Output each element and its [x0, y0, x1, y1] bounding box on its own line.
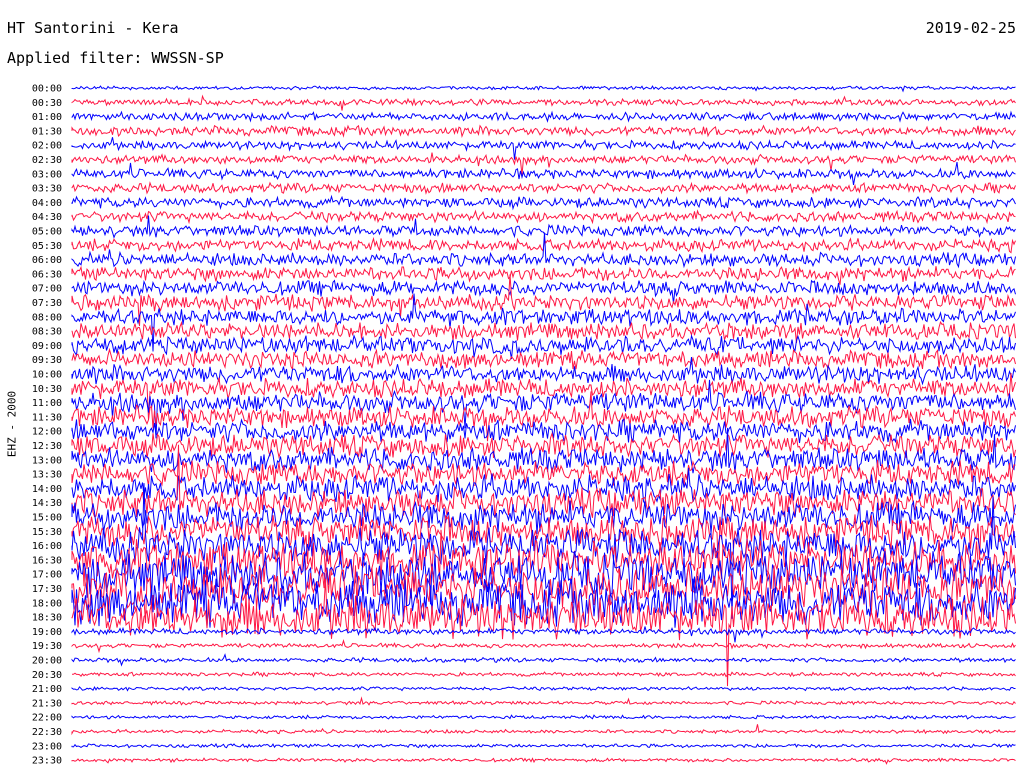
- seismogram-trace: [71, 209, 1016, 225]
- time-tick-label: 21:00: [32, 684, 62, 695]
- time-tick-label: 13:00: [32, 455, 62, 466]
- seismogram-trace: [71, 137, 1016, 160]
- seismogram-trace: [71, 626, 1016, 643]
- seismogram-trace: [71, 696, 1016, 706]
- time-tick-label: 09:30: [32, 355, 62, 366]
- time-tick-label: 06:30: [32, 269, 62, 280]
- seismogram-trace: [71, 94, 1016, 111]
- time-tick-label: 18:30: [32, 613, 62, 624]
- time-tick-label: 00:00: [32, 84, 62, 95]
- time-tick-label: 17:00: [32, 570, 62, 581]
- seismogram-trace: [71, 320, 1016, 344]
- seismogram-trace: [71, 232, 1016, 269]
- seismogram-trace: [71, 85, 1016, 93]
- seismogram-trace: [71, 685, 1016, 692]
- time-tick-label: 20:00: [32, 656, 62, 667]
- time-tick-label: 01:30: [32, 126, 62, 137]
- seismogram-trace: [71, 639, 1016, 654]
- seismogram-plot: 00:00 00:30 01:00 01:30 02:00 02:30 03:00 03:30…: [32, 84, 1016, 767]
- time-tick-label: 16:30: [32, 555, 62, 566]
- time-tick-label: 21:30: [32, 698, 62, 709]
- seismogram-trace: [71, 181, 1016, 195]
- time-tick-label: 11:00: [32, 398, 62, 409]
- seismogram-traces: [71, 85, 1016, 765]
- time-tick-label: 22:00: [32, 713, 62, 724]
- seismogram-trace: [71, 742, 1016, 749]
- seismogram-trace: [72, 671, 1016, 678]
- time-tick-label: 02:00: [32, 141, 62, 152]
- time-tick-label: 14:30: [32, 498, 62, 509]
- time-tick-label: 08:00: [32, 312, 62, 323]
- seismogram-trace: [71, 215, 1016, 239]
- time-tick-label: 10:30: [32, 384, 62, 395]
- time-tick-label: 05:30: [32, 241, 62, 252]
- time-tick-label: 13:30: [32, 470, 62, 481]
- time-tick-label: 07:00: [32, 284, 62, 295]
- time-tick-labels: 00:00 00:30 01:00 01:30 02:00 02:30 03:00 03:30…: [32, 84, 62, 767]
- time-tick-label: 05:00: [32, 227, 62, 238]
- time-tick-label: 19:00: [32, 627, 62, 638]
- time-tick-label: 09:00: [32, 341, 62, 352]
- time-tick-label: 10:00: [32, 370, 62, 381]
- seismogram-trace: [71, 347, 1016, 371]
- time-tick-label: 22:30: [32, 727, 62, 738]
- seismogram-trace: [71, 124, 1016, 138]
- time-tick-label: 03:30: [32, 184, 62, 195]
- time-tick-label: 12:00: [32, 427, 62, 438]
- time-tick-label: 11:30: [32, 412, 62, 423]
- time-tick-label: 16:00: [32, 541, 62, 552]
- time-tick-label: 20:30: [32, 670, 62, 681]
- time-tick-label: 18:00: [32, 598, 62, 609]
- time-tick-label: 04:30: [32, 212, 62, 223]
- time-tick-label: 15:00: [32, 513, 62, 524]
- seismogram-trace: [71, 653, 1016, 667]
- time-tick-label: 00:30: [32, 98, 62, 109]
- seismogram-trace: [71, 162, 1016, 185]
- seismogram-trace: [71, 724, 1016, 736]
- time-tick-label: 19:30: [32, 641, 62, 652]
- time-tick-label: 03:00: [32, 169, 62, 180]
- seismogram-trace: [71, 757, 1016, 765]
- time-tick-label: 12:30: [32, 441, 62, 452]
- seismogram-trace: [71, 357, 1016, 386]
- time-tick-label: 17:30: [32, 584, 62, 595]
- time-tick-label: 14:00: [32, 484, 62, 495]
- time-tick-label: 04:00: [32, 198, 62, 209]
- time-tick-label: 02:30: [32, 155, 62, 166]
- seismogram-trace: [71, 265, 1016, 285]
- time-tick-label: 23:30: [32, 756, 62, 767]
- time-tick-label: 06:00: [32, 255, 62, 266]
- seismogram-trace: [71, 194, 1016, 211]
- seismogram-trace: [71, 714, 1016, 720]
- time-tick-label: 01:00: [32, 112, 62, 123]
- time-tick-label: 07:30: [32, 298, 62, 309]
- time-tick-label: 15:30: [32, 527, 62, 538]
- seismogram-trace: [71, 459, 1016, 487]
- time-tick-label: 08:30: [32, 327, 62, 338]
- seismogram-trace: [71, 110, 1016, 123]
- time-tick-label: 23:00: [32, 741, 62, 752]
